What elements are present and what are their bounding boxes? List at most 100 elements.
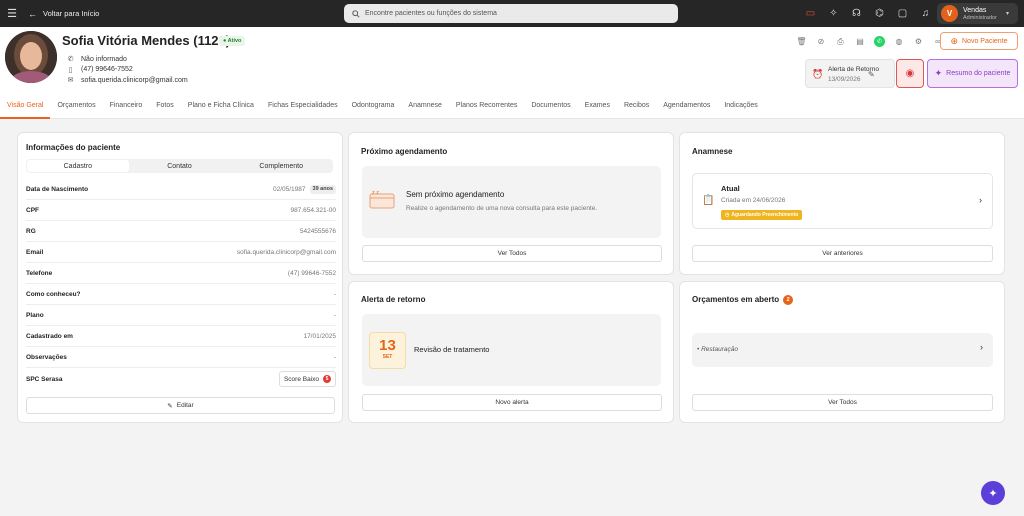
top-bar: ☰ ← Voltar para Início Encontre paciente…: [0, 0, 1024, 27]
info-row-label: Cadastrado em: [26, 332, 73, 340]
sparkle-icon[interactable]: ✧: [827, 7, 840, 20]
card-title: Orçamentos em aberto: [692, 295, 780, 304]
info-row-value: 17/01/2025: [303, 332, 336, 340]
tab-indicacoes[interactable]: Indicações: [717, 99, 764, 119]
tab-plano-e-ficha-clinica[interactable]: Plano e Ficha Clínica: [181, 99, 261, 119]
visibility-button[interactable]: ◉: [896, 59, 924, 88]
chevron-right-icon: ›: [979, 195, 982, 205]
view-previous-button[interactable]: Ver anteriores: [692, 245, 993, 262]
alert-item[interactable]: 13 SET Revisão de tratamento: [362, 314, 661, 386]
tab-fotos[interactable]: Fotos: [149, 99, 181, 119]
card-title-wrap: Orçamentos em aberto 2: [692, 295, 794, 305]
score-badge[interactable]: Score Baixo 5: [278, 371, 336, 387]
new-patient-label: Novo Paciente: [962, 37, 1008, 45]
status-badge: ● Ativo: [219, 36, 246, 46]
info-row-label: Data de Nascimento: [26, 185, 89, 193]
info-row-value: 5424555676: [299, 227, 336, 235]
view-all-appointments-button[interactable]: Ver Todos: [362, 245, 662, 262]
headset-icon[interactable]: ☊: [850, 7, 863, 20]
anamnesis-created: Criada em 24/06/2026: [721, 197, 786, 204]
patient-header: Sofia Vitória Mendes (1120) ● Ativo ✆ Não…: [0, 27, 1024, 119]
age-badge: 39 anos: [309, 184, 336, 194]
tab-anamnese[interactable]: Anamnese: [401, 99, 448, 119]
tab-visao-geral[interactable]: Visão Geral: [0, 99, 51, 119]
plus-circle-icon: ⊕: [950, 35, 958, 46]
budget-item[interactable]: • Restauração ›: [692, 333, 993, 367]
document-icon[interactable]: ▤: [855, 36, 866, 47]
whatsapp-icon[interactable]: ✆: [874, 36, 885, 47]
segment-contato[interactable]: Contato: [129, 160, 231, 172]
block-icon[interactable]: ⊘: [816, 36, 827, 47]
patient-photo: [5, 31, 57, 83]
globe-icon[interactable]: ◍: [894, 36, 905, 47]
tab-recibos[interactable]: Recibos: [617, 99, 656, 119]
user-menu[interactable]: V Vendas Administrador ▾: [937, 3, 1018, 24]
budget-name: Restauração: [701, 346, 738, 353]
new-patient-button[interactable]: ⊕ Novo Paciente: [940, 32, 1018, 50]
info-row-value: 02/05/1987: [272, 185, 306, 193]
chevron-down-icon: ▾: [1005, 11, 1009, 17]
tab-odontograma[interactable]: Odontograma: [345, 99, 402, 119]
view-all-budgets-button[interactable]: Ver Todos: [692, 394, 993, 411]
tab-agendamentos[interactable]: Agendamentos: [656, 99, 717, 119]
info-row-label: CPF: [26, 206, 39, 214]
tab-financeiro[interactable]: Financeiro: [103, 99, 150, 119]
info-row-value: sofia.querida.clinicorp@gmail.com: [236, 248, 336, 256]
phone-icon: ✆: [67, 56, 74, 63]
open-budgets-card: Orçamentos em aberto 2 • Restauração › Ve…: [679, 281, 1005, 423]
anamnesis-status-badge: ◷ Aguardando Preenchimento: [721, 210, 803, 220]
info-row-label: Plano: [26, 311, 44, 319]
clipboard-icon: 📋: [702, 195, 715, 206]
info-row-value: 987.654.321-00: [290, 206, 336, 214]
info-row-value: -: [333, 353, 336, 361]
info-row-value-wrap: 17/01/2025: [303, 333, 336, 340]
print-icon[interactable]: ⎙: [835, 36, 846, 47]
menu-icon[interactable]: ☰: [0, 7, 24, 20]
edit-button[interactable]: ✎ Editar: [26, 397, 335, 414]
info-row: Observações -: [26, 347, 336, 368]
tab-documentos[interactable]: Documentos: [524, 99, 577, 119]
new-alert-button[interactable]: Novo alerta: [362, 394, 662, 411]
info-row-value-wrap: -: [334, 312, 336, 319]
tab-exames[interactable]: Exames: [578, 99, 617, 119]
info-row-value: -: [333, 311, 336, 319]
summary-label: Resumo do paciente: [946, 70, 1011, 77]
info-row-label: Telefone: [26, 269, 53, 277]
tab-orcamentos[interactable]: Orçamentos: [50, 99, 102, 119]
tab-fichas-especialidades[interactable]: Fichas Especialidades: [261, 99, 345, 119]
chat-icon[interactable]: ▢: [896, 7, 909, 20]
info-row-value: (47) 99646-7552: [287, 269, 336, 277]
alarm-icon: ⏰: [812, 69, 824, 79]
anamnesis-card: Anamnese 📋 Atual Criada em 24/06/2026 ◷ …: [679, 132, 1005, 275]
return-alert-button[interactable]: ⏰ Alerta de Retorno 13/09/2026 ✎: [805, 59, 895, 88]
info-row: Data de Nascimento 02/05/1987 39 anos: [26, 179, 336, 200]
user-role: Administrador: [963, 15, 997, 21]
svg-text:z z: z z: [372, 190, 379, 196]
empty-state: z z Sem próximo agendamento Realize o ag…: [362, 166, 661, 238]
trash-icon[interactable]: 🗑: [796, 36, 807, 47]
patient-summary-button[interactable]: ✦ Resumo do paciente: [927, 59, 1018, 88]
info-row: Como conheceu? -: [26, 284, 336, 305]
status-label: Ativo: [227, 38, 242, 44]
contact-info: ✆ Não informado ▯ (47) 99646-7552 ✉ sofia.q…: [66, 54, 188, 86]
card-title: Próximo agendamento: [361, 147, 448, 156]
sparkle-icon: ✦: [934, 68, 943, 78]
anamnesis-item[interactable]: 📋 Atual Criada em 24/06/2026 ◷ Aguardand…: [692, 173, 993, 229]
search-input[interactable]: Encontre pacientes ou funções do sistema: [344, 4, 678, 23]
segment-cadastro[interactable]: Cadastro: [27, 160, 129, 172]
budget-count-badge: 2: [783, 295, 794, 305]
back-link[interactable]: ← Voltar para Início: [28, 9, 99, 19]
tab-planos-recorrentes[interactable]: Planos Recorrentes: [449, 99, 524, 119]
info-row: Telefone (47) 99646-7552: [26, 263, 336, 284]
assistant-fab[interactable]: ✦: [981, 481, 1005, 505]
settings-icon[interactable]: ⚙: [913, 36, 924, 47]
video-icon[interactable]: ▭: [804, 7, 817, 20]
tab-bar: Visão Geral Orçamentos Financeiro Fotos Plan…: [0, 99, 1024, 119]
announcement-icon[interactable]: ⌬: [873, 7, 886, 20]
mail-icon: ✉: [67, 77, 74, 84]
edit-icon[interactable]: ✎: [868, 70, 875, 79]
segment-complemento[interactable]: Complemento: [230, 160, 332, 172]
bell-icon[interactable]: ♫: [919, 7, 932, 20]
anamnesis-current: Atual: [721, 184, 740, 193]
empty-title: Sem próximo agendamento: [406, 190, 505, 199]
